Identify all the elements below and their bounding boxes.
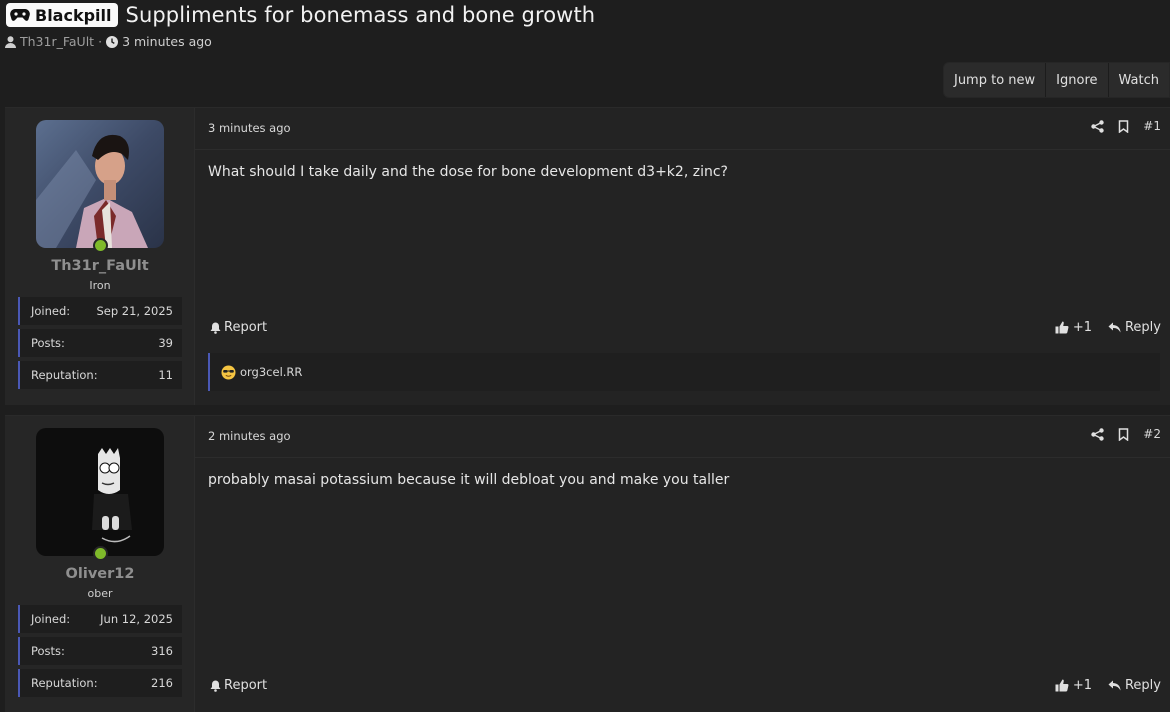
user-stats: Joined: Jun 12, 2025 Posts: 316 Reputati… [18,605,182,701]
report-label: Report [224,320,268,335]
thread-meta: Th31r_FaUlt · 3 minutes ago [5,34,212,49]
thumbs-up-icon [1055,321,1069,334]
like-count: +1 [1072,320,1092,335]
avatar-wrap [36,120,164,253]
post-header: 2 minutes ago #2 [195,416,1170,458]
stat-value: 39 [158,336,173,350]
clock-icon [106,35,119,48]
like-button[interactable]: +1 [1055,678,1092,693]
thumbs-up-icon [1055,679,1069,692]
post-content: probably masai potassium because it will… [208,472,730,488]
report-label: Report [224,678,268,693]
post-right-actions: +1 Reply [1039,320,1161,335]
avatar[interactable] [36,428,164,556]
share-button[interactable] [1091,119,1104,133]
post-tools: #2 [1077,427,1161,441]
sunglasses-emoji-icon [221,365,236,379]
post-user-panel: Th31r_FaUlt Iron Joined: Sep 21, 2025 Po… [5,108,195,405]
post: Th31r_FaUlt Iron Joined: Sep 21, 2025 Po… [5,107,1170,405]
ignore-button[interactable]: Ignore [1045,63,1107,97]
stat-label: Reputation: [31,368,98,382]
post-date-link[interactable]: 2 minutes ago [208,429,291,443]
stat-reputation: Reputation: 11 [18,361,182,389]
post-right-actions: +1 Reply [1039,678,1161,693]
thread-author-link[interactable]: Th31r_FaUlt [20,34,94,49]
post-date-link[interactable]: 3 minutes ago [208,121,291,135]
bookmark-button[interactable] [1118,427,1129,441]
user-stats: Joined: Sep 21, 2025 Posts: 39 Reputatio… [18,297,182,393]
report-button[interactable]: Report [210,320,267,335]
report-button[interactable]: Report [210,678,267,693]
reply-icon [1108,680,1121,691]
like-button[interactable]: +1 [1055,320,1092,335]
post-actions: Report +1 Reply [210,320,1161,340]
meta-separator: · [98,34,103,49]
post-user-panel: Oliver12 ober Joined: Jun 12, 2025 Posts… [5,416,195,712]
like-count: +1 [1072,678,1092,693]
post: Oliver12 ober Joined: Jun 12, 2025 Posts… [5,415,1170,712]
share-icon [1091,427,1104,441]
stat-posts: Posts: 39 [18,329,182,357]
post-main: 2 minutes ago #2 probably masai potassiu… [195,416,1170,712]
bell-icon [210,680,221,692]
reaction-user-link[interactable]: org3cel.RR [240,365,302,379]
title-row: Blackpill Suppliments for bonemass and b… [6,2,595,28]
stat-posts: Posts: 316 [18,637,182,665]
stat-label: Posts: [31,644,65,658]
user-title: Iron [89,279,111,292]
post-actions: Report +1 Reply [210,678,1161,698]
bookmark-icon [1119,119,1129,133]
reply-button[interactable]: Reply [1108,320,1161,335]
thread-header: Blackpill Suppliments for bonemass and b… [0,0,1170,62]
username-link[interactable]: Oliver12 [5,566,195,582]
post-tools: #1 [1077,119,1161,133]
bookmark-button[interactable] [1118,119,1129,133]
reply-label: Reply [1124,320,1161,335]
post-header: 3 minutes ago #1 [195,108,1170,150]
stat-label: Joined: [31,304,71,318]
username-link[interactable]: Th31r_FaUlt [5,258,195,274]
stat-reputation: Reputation: 216 [18,669,182,697]
user-title: ober [87,587,113,600]
reply-label: Reply [1124,678,1161,693]
stat-joined: Joined: Jun 12, 2025 [18,605,182,633]
bookmark-icon [1119,427,1129,441]
watch-button[interactable]: Watch [1107,63,1169,97]
online-status-dot [93,546,108,561]
stat-label: Reputation: [31,676,98,690]
thread-action-buttons: Jump to new Ignore Watch [942,62,1170,98]
reply-icon [1108,322,1121,333]
avatar[interactable] [36,120,164,248]
thread-prefix-label: Blackpill [35,5,112,25]
stat-value: 11 [158,368,173,382]
stat-value: 216 [151,676,173,690]
stat-value: 316 [151,644,173,658]
stat-value: Jun 12, 2025 [100,612,173,626]
thread-prefix-badge[interactable]: Blackpill [6,3,118,27]
stat-value: Sep 21, 2025 [96,304,173,318]
share-icon [1091,119,1104,133]
post-number-link[interactable]: #2 [1143,427,1161,441]
bell-icon [210,322,221,334]
post-content: What should I take daily and the dose fo… [208,164,728,180]
online-status-dot [93,238,108,253]
stat-label: Joined: [31,612,71,626]
reactions-bar[interactable]: org3cel.RR [208,353,1160,391]
avatar-wrap [36,428,164,561]
thread-title: Suppliments for bonemass and bone growth [125,3,596,27]
post-main: 3 minutes ago #1 What should I take dail… [195,108,1170,405]
post-number-link[interactable]: #1 [1143,119,1161,133]
jump-to-new-button[interactable]: Jump to new [944,63,1045,97]
share-button[interactable] [1091,427,1104,441]
stat-label: Posts: [31,336,65,350]
thread-time[interactable]: 3 minutes ago [122,34,212,49]
gamepad-icon [10,9,30,21]
stat-joined: Joined: Sep 21, 2025 [18,297,182,325]
reply-button[interactable]: Reply [1108,678,1161,693]
user-icon [5,35,16,48]
